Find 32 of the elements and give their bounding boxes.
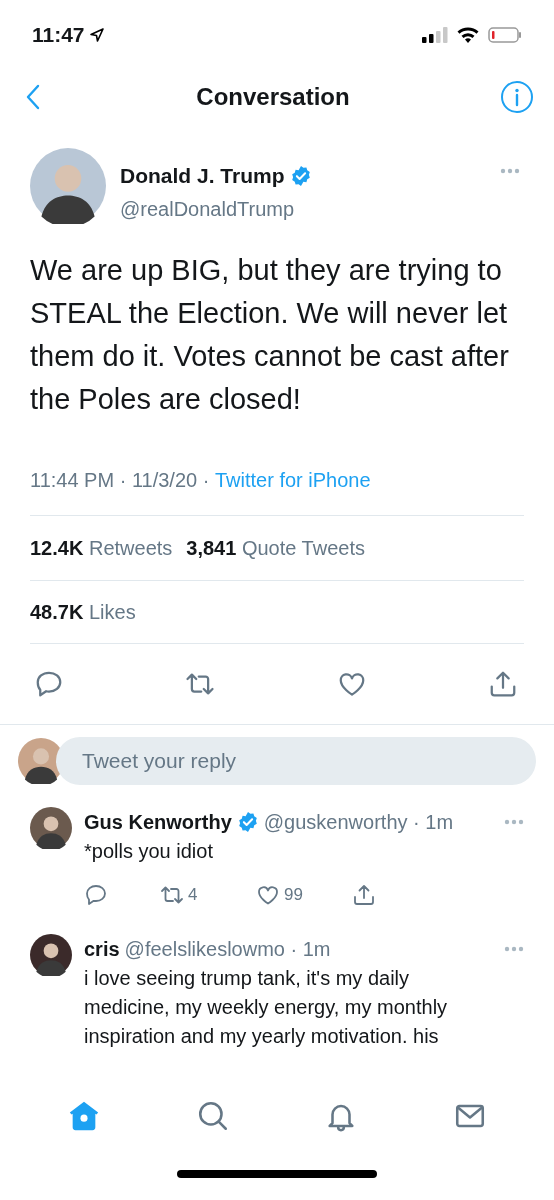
author-name[interactable]: Donald J. Trump (120, 160, 285, 192)
back-chevron-icon (24, 83, 42, 111)
avatar[interactable] (30, 934, 72, 976)
tweet-text: We are up BIG, but they are trying to STEAL the Election. We will never let them do it. Votes cannot be cast after the Poles are closed! (29, 253, 510, 417)
reply-handle[interactable]: @guskenworthy · 1m (263, 807, 454, 837)
heart-icon[interactable] (256, 883, 280, 907)
location-arrow-icon (88, 27, 105, 43)
reply-text: *polls you idiot (84, 839, 214, 864)
reply-author-name[interactable]: Gus Kenworthy (84, 807, 232, 837)
reply-icon[interactable] (84, 883, 108, 907)
retweet-count: 4 (188, 884, 198, 907)
share-icon[interactable] (352, 883, 376, 907)
avatar[interactable] (30, 807, 72, 849)
status-time: 11:47 (32, 22, 85, 49)
likes-count[interactable]: 48.7K Likes (30, 597, 136, 627)
reply-author-name[interactable]: cris (84, 934, 120, 964)
reply-handle[interactable]: @feelslikeslowmo · 1m (124, 934, 331, 964)
info-icon[interactable] (500, 80, 534, 114)
reply-icon[interactable] (34, 669, 64, 699)
battery-icon (488, 26, 522, 44)
share-icon[interactable] (488, 669, 518, 699)
stat-count[interactable]: 12.4K Retweets (30, 533, 173, 563)
signal-icon (422, 27, 448, 43)
stat-count[interactable]: 3,841 Quote Tweets (186, 533, 365, 563)
nav-title: Conversation (196, 82, 350, 112)
author-handle[interactable]: @realDonaldTrump (120, 193, 500, 224)
tweet-timestamp: 11:44 PM · 11/3/20 · (30, 468, 211, 493)
like-count: 99 (284, 884, 303, 907)
avatar[interactable] (30, 148, 106, 224)
wifi-icon (456, 26, 480, 44)
reply-text: i love seeing trump tank, it's my daily medicine, my weekly energy, my monthly inspiration and my yearly motivation. his (84, 966, 449, 1049)
reply-field[interactable]: Tweet your reply (56, 737, 536, 785)
